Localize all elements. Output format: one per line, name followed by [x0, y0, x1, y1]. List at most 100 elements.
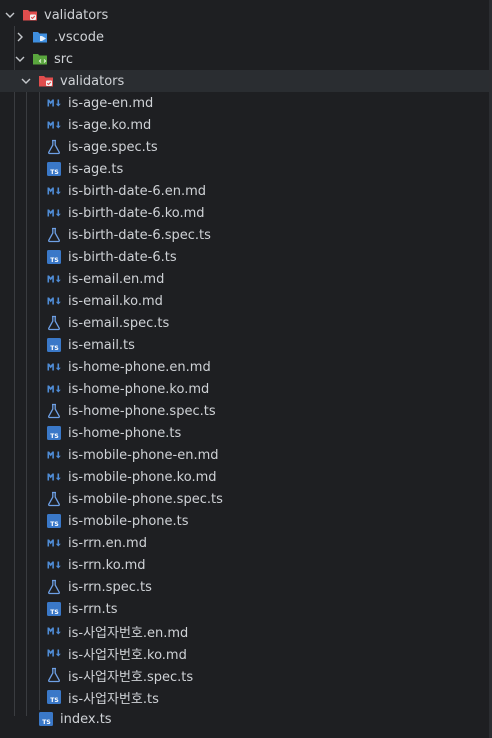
tree-item-file[interactable]: TS is-mobile-phone.ts — [0, 510, 492, 532]
tree-item-label: is-age.ts — [68, 161, 124, 177]
markdown-file-icon — [46, 623, 62, 639]
tree-item-label: is-home-phone.ko.md — [68, 381, 210, 397]
tree-item-src[interactable]: src — [0, 48, 492, 70]
markdown-file-icon — [46, 205, 62, 221]
svg-text:TS: TS — [50, 433, 58, 440]
test-flask-icon — [46, 403, 62, 419]
markdown-file-icon — [46, 95, 62, 111]
tree-item-index-ts[interactable]: TS index.ts — [0, 708, 492, 730]
file-explorer: validators .vscode src validators is-age… — [0, 0, 492, 738]
tree-item-label: is-age-en.md — [68, 95, 154, 111]
typescript-file-icon: TS — [46, 249, 62, 265]
tree-item-label: validators — [44, 7, 109, 23]
markdown-file-icon — [46, 469, 62, 485]
tree-item-label: is-rrn.ko.md — [68, 557, 146, 573]
tree-item-label: validators — [60, 73, 125, 89]
chevron-down-icon[interactable] — [20, 70, 32, 92]
folder-validators-icon — [38, 73, 54, 89]
markdown-file-icon — [46, 117, 62, 133]
chevron-right-icon[interactable] — [14, 26, 26, 48]
tree-item-label: is-mobile-phone.spec.ts — [68, 491, 223, 507]
folder-validators-icon — [22, 7, 38, 23]
svg-text:TS: TS — [50, 257, 58, 264]
tree-item-file[interactable]: is-사업자번호.spec.ts — [0, 664, 492, 686]
tree-item-label: is-email.ko.md — [68, 293, 163, 309]
tree-item-file[interactable]: TS is-email.ts — [0, 334, 492, 356]
tree-item-label: is-age.spec.ts — [68, 139, 158, 155]
tree-item-label: is-rrn.spec.ts — [68, 579, 152, 595]
tree-item-file[interactable]: TS is-rrn.ts — [0, 598, 492, 620]
tree-item-label: index.ts — [60, 711, 112, 727]
typescript-file-icon: TS — [46, 689, 62, 705]
tree-item-file[interactable]: is-mobile-phone.spec.ts — [0, 488, 492, 510]
tree-item-root-validators[interactable]: validators — [0, 4, 492, 26]
folder-vscode-icon — [32, 29, 48, 45]
chevron-down-icon[interactable] — [14, 48, 26, 70]
tree-item-file[interactable]: is-age-en.md — [0, 92, 492, 114]
test-flask-icon — [46, 579, 62, 595]
typescript-file-icon: TS — [46, 425, 62, 441]
test-flask-icon — [46, 315, 62, 331]
tree-item-label: is-mobile-phone.ts — [68, 513, 189, 529]
tree-item-file[interactable]: is-email.en.md — [0, 268, 492, 290]
tree-item-file[interactable]: is-age.spec.ts — [0, 136, 492, 158]
test-flask-icon — [46, 667, 62, 683]
svg-text:TS: TS — [50, 345, 58, 352]
tree-item-file[interactable]: TS is-사업자번호.ts — [0, 686, 492, 708]
tree-item-file[interactable]: is-사업자번호.en.md — [0, 620, 492, 642]
tree-item-file[interactable]: is-birth-date-6.ko.md — [0, 202, 492, 224]
tree-item-label: is-mobile-phone-en.md — [68, 447, 219, 463]
chevron-down-icon[interactable] — [4, 4, 16, 26]
typescript-file-icon: TS — [38, 711, 54, 727]
svg-text:TS: TS — [50, 697, 58, 704]
tree-item-label: is-사업자번호.en.md — [68, 625, 189, 641]
markdown-file-icon — [46, 359, 62, 375]
tree-item-file[interactable]: TS is-birth-date-6.ts — [0, 246, 492, 268]
tree-item-file[interactable]: is-email.spec.ts — [0, 312, 492, 334]
tree-item-file[interactable]: TS is-age.ts — [0, 158, 492, 180]
tree-item-label: src — [54, 51, 73, 67]
markdown-file-icon — [46, 381, 62, 397]
markdown-file-icon — [46, 645, 62, 661]
tree-item-label: is-rrn.en.md — [68, 535, 147, 551]
typescript-file-icon: TS — [46, 337, 62, 353]
tree-item-label: is-rrn.ts — [68, 601, 118, 617]
tree-item-label: is-home-phone.ts — [68, 425, 182, 441]
tree-item-label: is-birth-date-6.spec.ts — [68, 227, 211, 243]
svg-text:TS: TS — [50, 169, 58, 176]
tree-item-file[interactable]: is-사업자번호.ko.md — [0, 642, 492, 664]
tree-item-label: is-age.ko.md — [68, 117, 152, 133]
tree-item-file[interactable]: is-mobile-phone-en.md — [0, 444, 492, 466]
tree-item-vscode[interactable]: .vscode — [0, 26, 492, 48]
typescript-file-icon: TS — [46, 513, 62, 529]
tree-item-label: is-사업자번호.spec.ts — [68, 669, 194, 685]
tree-item-file[interactable]: is-age.ko.md — [0, 114, 492, 136]
tree-item-label: is-email.en.md — [68, 271, 165, 287]
markdown-file-icon — [46, 535, 62, 551]
tree-item-file[interactable]: is-home-phone.en.md — [0, 356, 492, 378]
tree-item-file[interactable]: is-rrn.en.md — [0, 532, 492, 554]
svg-text:TS: TS — [42, 719, 50, 726]
svg-text:TS: TS — [50, 521, 58, 528]
tree-item-file[interactable]: is-rrn.spec.ts — [0, 576, 492, 598]
tree-item-label: .vscode — [54, 29, 104, 45]
typescript-file-icon: TS — [46, 161, 62, 177]
markdown-file-icon — [46, 557, 62, 573]
tree-item-file[interactable]: is-birth-date-6.en.md — [0, 180, 492, 202]
tree-item-file[interactable]: is-email.ko.md — [0, 290, 492, 312]
tree-item-label: is-사업자번호.ts — [68, 691, 159, 707]
tree-item-label: is-home-phone.en.md — [68, 359, 211, 375]
tree-item-label: is-사업자번호.ko.md — [68, 647, 187, 663]
tree-item-label: is-birth-date-6.ts — [68, 249, 177, 265]
tree-item-file[interactable]: is-birth-date-6.spec.ts — [0, 224, 492, 246]
tree-item-file[interactable]: is-mobile-phone.ko.md — [0, 466, 492, 488]
svg-text:TS: TS — [50, 609, 58, 616]
tree-item-file[interactable]: is-home-phone.spec.ts — [0, 400, 492, 422]
markdown-file-icon — [46, 293, 62, 309]
tree-item-file[interactable]: is-rrn.ko.md — [0, 554, 492, 576]
tree-item-src-validators[interactable]: validators — [0, 70, 492, 92]
tree-item-label: is-birth-date-6.ko.md — [68, 205, 205, 221]
test-flask-icon — [46, 139, 62, 155]
tree-item-file[interactable]: TS is-home-phone.ts — [0, 422, 492, 444]
tree-item-file[interactable]: is-home-phone.ko.md — [0, 378, 492, 400]
